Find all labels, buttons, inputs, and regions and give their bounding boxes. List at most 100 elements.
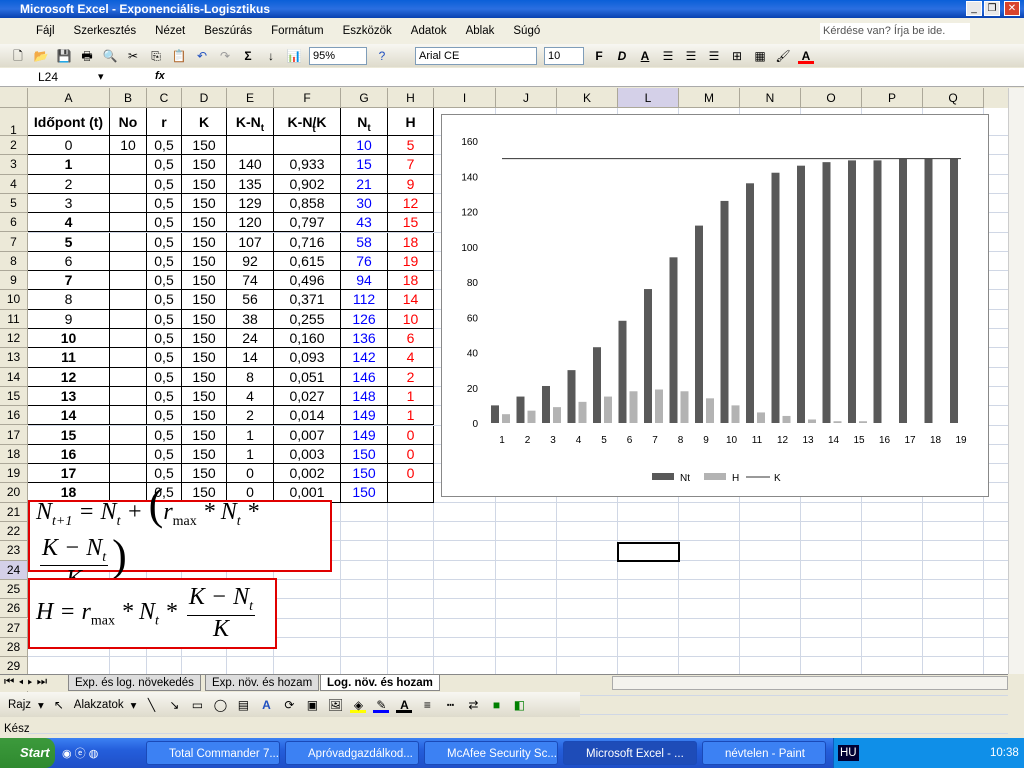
cell-B18[interactable]: [110, 444, 147, 465]
cell-B9[interactable]: [110, 271, 147, 291]
cell-E13[interactable]: 14: [227, 348, 274, 368]
cut-icon[interactable]: ✂: [125, 48, 141, 64]
cell-F8[interactable]: 0,615: [274, 251, 341, 272]
row-header-11[interactable]: 11: [0, 309, 28, 329]
cell-E9[interactable]: 74: [227, 271, 274, 291]
cell-C18[interactable]: 0,5: [147, 444, 182, 465]
shapes-menu[interactable]: Alakzatok: [74, 699, 124, 711]
row-header-8[interactable]: 8: [0, 251, 28, 272]
open-icon[interactable]: 📂: [33, 48, 49, 64]
tab-log-hozam[interactable]: Log. növ. és hozam: [320, 675, 440, 691]
cell-G4[interactable]: 21: [341, 174, 388, 194]
cell-G12[interactable]: 136: [341, 329, 388, 349]
row-header-19[interactable]: 19: [0, 464, 28, 484]
cell-G1[interactable]: Nt: [341, 108, 388, 136]
sum-icon[interactable]: Σ: [240, 48, 256, 64]
cell-D15[interactable]: 150: [182, 386, 227, 407]
pointer-icon[interactable]: ↖: [51, 697, 67, 713]
cell-H15[interactable]: 1: [388, 386, 434, 407]
cell-E8[interactable]: 92: [227, 251, 274, 272]
cell-B14[interactable]: [110, 367, 147, 387]
cell-G20[interactable]: 150: [341, 483, 388, 503]
cell-B8[interactable]: [110, 251, 147, 272]
cell-B5[interactable]: [110, 193, 147, 214]
column-header-N[interactable]: N: [740, 88, 801, 108]
cell-C13[interactable]: 0,5: [147, 348, 182, 368]
cell-E5[interactable]: 129: [227, 193, 274, 214]
column-header-L[interactable]: L: [618, 88, 679, 108]
cell-F16[interactable]: 0,014: [274, 406, 341, 426]
text-color-icon[interactable]: A: [396, 697, 413, 713]
cell-F15[interactable]: 0,027: [274, 386, 341, 407]
row-header-15[interactable]: 15: [0, 386, 28, 407]
cell-A12[interactable]: 10: [28, 329, 110, 349]
cell-F6[interactable]: 0,797: [274, 213, 341, 233]
cell-H10[interactable]: 14: [388, 290, 434, 310]
cell-G8[interactable]: 76: [341, 251, 388, 272]
cell-E18[interactable]: 1: [227, 444, 274, 465]
font-select[interactable]: Arial CE: [415, 46, 537, 65]
row-header-5[interactable]: 5: [0, 193, 28, 214]
italic-button[interactable]: D: [614, 48, 630, 64]
column-header-E[interactable]: E: [227, 88, 274, 108]
cell-E7[interactable]: 107: [227, 232, 274, 252]
cell-H14[interactable]: 2: [388, 367, 434, 387]
cell-C2[interactable]: 0,5: [147, 136, 182, 156]
cell-F18[interactable]: 0,003: [274, 444, 341, 465]
row-header-10[interactable]: 10: [0, 290, 28, 310]
cell-F9[interactable]: 0,496: [274, 271, 341, 291]
cell-G10[interactable]: 112: [341, 290, 388, 310]
cell-C8[interactable]: 0,5: [147, 251, 182, 272]
cell-H7[interactable]: 18: [388, 232, 434, 252]
cell-G5[interactable]: 30: [341, 193, 388, 214]
cell-B17[interactable]: [110, 425, 147, 445]
font-color-icon[interactable]: A: [798, 48, 814, 64]
arrow-icon[interactable]: ↘: [166, 697, 182, 713]
column-header-Q[interactable]: Q: [923, 88, 984, 108]
cell-A18[interactable]: 16: [28, 444, 110, 465]
help-search-input[interactable]: Kérdése van? Írja be ide.: [820, 23, 970, 40]
row-header-2[interactable]: 2: [0, 136, 28, 156]
cell-A2[interactable]: 0: [28, 136, 110, 156]
name-box[interactable]: L24: [2, 69, 112, 85]
cell-A14[interactable]: 12: [28, 367, 110, 387]
cell-H16[interactable]: 1: [388, 406, 434, 426]
column-header-H[interactable]: H: [388, 88, 434, 108]
cell-D3[interactable]: 150: [182, 155, 227, 175]
cell-H13[interactable]: 4: [388, 348, 434, 368]
column-header-I[interactable]: I: [434, 88, 496, 108]
menu-1[interactable]: Szerkesztés: [74, 25, 137, 37]
sort-icon[interactable]: ↓: [263, 48, 279, 64]
row-header-14[interactable]: 14: [0, 367, 28, 387]
cell-F7[interactable]: 0,716: [274, 232, 341, 252]
paste-icon[interactable]: 📋: [171, 48, 187, 64]
column-header-A[interactable]: A: [28, 88, 110, 108]
cell-C4[interactable]: 0,5: [147, 174, 182, 194]
cell-H17[interactable]: 0: [388, 425, 434, 445]
cell-F3[interactable]: 0,933: [274, 155, 341, 175]
cell-C16[interactable]: 0,5: [147, 406, 182, 426]
cell-E10[interactable]: 56: [227, 290, 274, 310]
horizontal-scrollbar[interactable]: [612, 676, 1008, 690]
cell-E12[interactable]: 24: [227, 329, 274, 349]
quicklaunch-icons[interactable]: ◉ ⓔ ◍: [62, 745, 98, 761]
new-icon[interactable]: 🗋: [10, 48, 26, 64]
cell-D8[interactable]: 150: [182, 251, 227, 272]
row-header-28[interactable]: 28: [0, 637, 28, 658]
cell-A13[interactable]: 11: [28, 348, 110, 368]
menu-6[interactable]: Adatok: [411, 25, 447, 37]
cell-G6[interactable]: 43: [341, 213, 388, 233]
cell-A8[interactable]: 6: [28, 251, 110, 272]
cell-D7[interactable]: 150: [182, 232, 227, 252]
cell-F10[interactable]: 0,371: [274, 290, 341, 310]
print-icon[interactable]: 🖶: [79, 48, 95, 64]
cell-B10[interactable]: [110, 290, 147, 310]
row-header-26[interactable]: 26: [0, 599, 28, 619]
cell-H19[interactable]: 0: [388, 464, 434, 484]
cell-E4[interactable]: 135: [227, 174, 274, 194]
cell-F12[interactable]: 0,160: [274, 329, 341, 349]
cell-G11[interactable]: 126: [341, 309, 388, 329]
cell-A1[interactable]: Időpont (t): [28, 108, 110, 136]
cell-D16[interactable]: 150: [182, 406, 227, 426]
selected-cell-L24[interactable]: [617, 542, 680, 562]
